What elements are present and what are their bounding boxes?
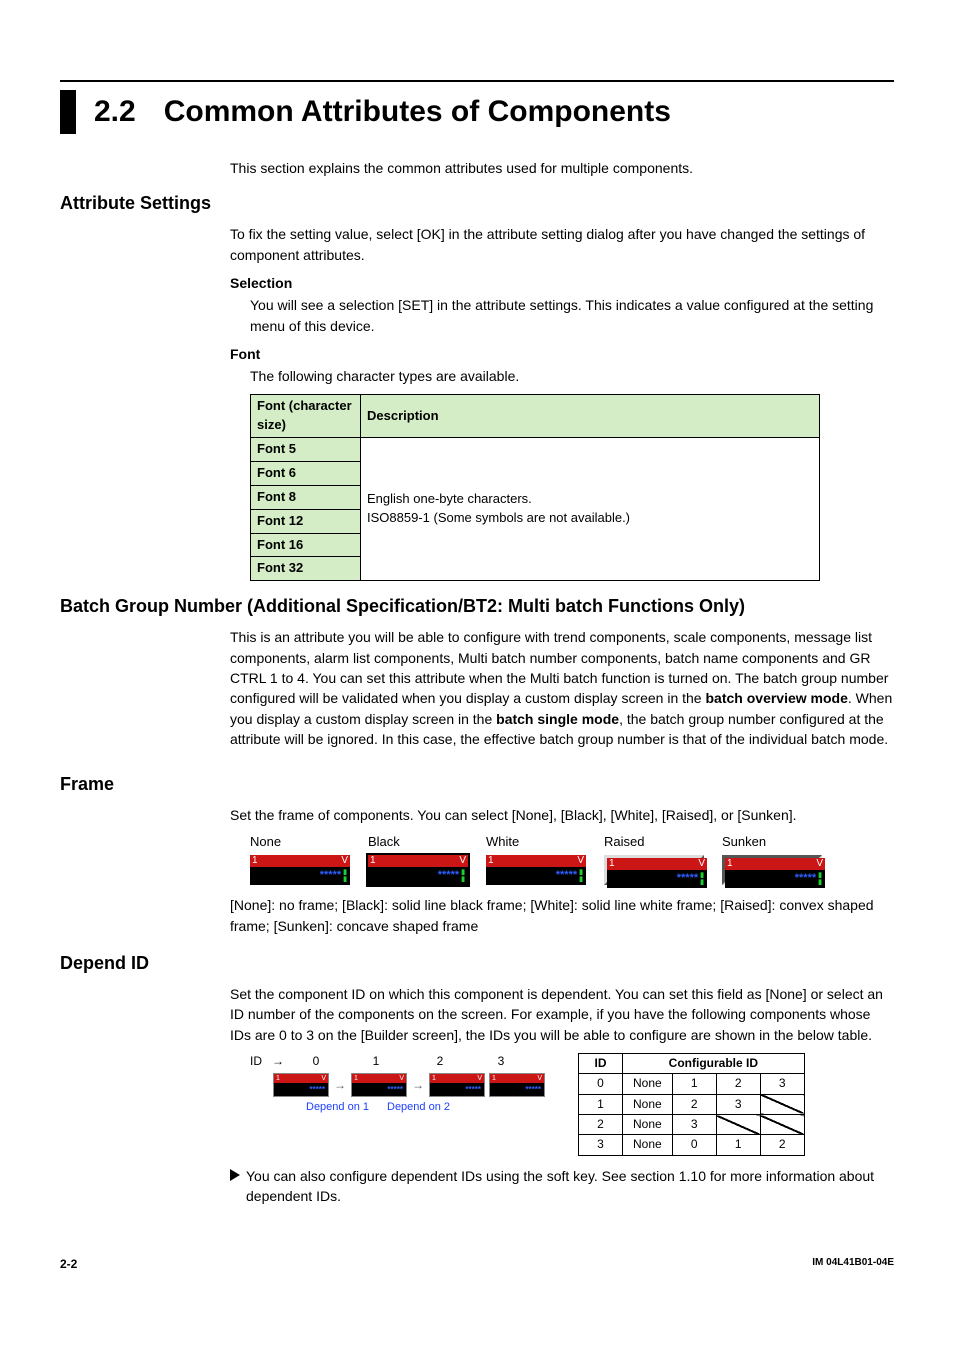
batch-bold2: batch single mode — [496, 711, 619, 727]
doc-number: IM 04L41B01-04E — [812, 1256, 894, 1273]
depend-heading: Depend ID — [60, 950, 894, 976]
font-row: Font 8 — [251, 485, 361, 509]
font-text: The following character types are availa… — [250, 366, 894, 386]
table-cell: None — [623, 1074, 673, 1094]
font-heading: Font — [230, 344, 894, 364]
table-cell: None — [623, 1094, 673, 1114]
font-desc-line2: ISO8859-1 (Some symbols are not availabl… — [367, 509, 813, 528]
sample-icon: 1V ***** — [430, 1074, 484, 1096]
frame-label: Raised — [604, 833, 704, 852]
id-num: 1 — [346, 1053, 406, 1070]
frame-sample-raised: Raised 1V *****▮▮ — [604, 833, 704, 885]
id-num: 0 — [290, 1053, 342, 1070]
font-row: Font 16 — [251, 533, 361, 557]
table-cell: 3 — [760, 1074, 804, 1094]
table-cell — [716, 1115, 760, 1135]
table-cell: 3 — [716, 1094, 760, 1114]
font-desc: English one-byte characters. ISO8859-1 (… — [361, 438, 820, 581]
table-cell: 2 — [760, 1135, 804, 1155]
arrow-icon: → — [272, 1053, 284, 1070]
title-accent — [60, 90, 76, 134]
depend-note-2: Depend on 2 — [387, 1100, 450, 1116]
frame-sample-sunken: Sunken 1V *****▮▮ — [722, 833, 822, 885]
frame-label: Black — [368, 833, 468, 852]
table-cell: None — [623, 1135, 673, 1155]
font-table: Font (character size) Description Font 5… — [250, 394, 820, 581]
section-number: 2.2 — [94, 90, 136, 134]
selection-heading: Selection — [230, 273, 894, 293]
table-cell: 0 — [579, 1074, 623, 1094]
triangle-note: You can also configure dependent IDs usi… — [230, 1166, 894, 1207]
footer: 2-2 IM 04L41B01-04E — [60, 1256, 894, 1273]
batch-bold1: batch overview mode — [706, 690, 848, 706]
depend-diagram: ID → 0 1 2 3 1V ***** → 1V ***** → 1V **… — [250, 1053, 894, 1156]
id-num: 2 — [410, 1053, 470, 1070]
frame-sample-none: None 1V *****▮▮ — [250, 833, 350, 885]
table-cell — [760, 1115, 804, 1135]
intro-text: This section explains the common attribu… — [230, 158, 894, 178]
selection-text: You will see a selection [SET] in the at… — [250, 295, 894, 336]
sample-icon: 1V ***** — [352, 1074, 406, 1096]
section-title: Common Attributes of Components — [164, 90, 671, 134]
font-row: Font 5 — [251, 438, 361, 462]
font-row: Font 6 — [251, 462, 361, 486]
frame-label: Sunken — [722, 833, 822, 852]
table-cell — [760, 1094, 804, 1114]
attr-heading: Attribute Settings — [60, 190, 894, 216]
table-cell: 1 — [672, 1074, 716, 1094]
frame-desc: [None]: no frame; [Black]: solid line bl… — [230, 895, 894, 936]
batch-heading: Batch Group Number (Additional Specifica… — [60, 593, 894, 619]
sample-icon: 1V ***** — [490, 1074, 544, 1096]
font-col2: Description — [361, 395, 820, 438]
table-cell: 3 — [579, 1135, 623, 1155]
tri-text: You can also configure dependent IDs usi… — [246, 1166, 894, 1207]
depend-note-1: Depend on 1 — [306, 1100, 369, 1116]
frame-sample-white: White 1V *****▮▮ — [486, 833, 586, 885]
id-header: ID — [579, 1053, 623, 1073]
table-cell: 1 — [579, 1094, 623, 1114]
font-row: Font 12 — [251, 509, 361, 533]
conf-header: Configurable ID — [623, 1053, 805, 1073]
table-cell: 2 — [579, 1115, 623, 1135]
arrow-icon: → — [412, 1077, 424, 1094]
table-cell: 0 — [672, 1135, 716, 1155]
frame-label: White — [486, 833, 586, 852]
font-col1: Font (character size) — [251, 395, 361, 438]
frame-samples: None 1V *****▮▮ Black 1V *****▮▮ White 1… — [250, 833, 894, 885]
depend-table: ID Configurable ID 0None1231None232None3… — [578, 1053, 805, 1156]
sample-icon: 1V ***** — [274, 1074, 328, 1096]
arrow-icon: → — [334, 1077, 346, 1094]
frame-label: None — [250, 833, 350, 852]
page-number: 2-2 — [60, 1256, 77, 1273]
triangle-icon — [230, 1169, 240, 1181]
table-cell: None — [623, 1115, 673, 1135]
frame-sample-black: Black 1V *****▮▮ — [368, 833, 468, 885]
frame-heading: Frame — [60, 771, 894, 797]
depend-left: ID → 0 1 2 3 1V ***** → 1V ***** → 1V **… — [250, 1053, 550, 1116]
id-num: 3 — [474, 1053, 528, 1070]
table-cell: 3 — [672, 1115, 716, 1135]
batch-text: This is an attribute you will be able to… — [230, 627, 894, 749]
font-row: Font 32 — [251, 557, 361, 581]
id-label: ID — [250, 1053, 262, 1070]
frame-text: Set the frame of components. You can sel… — [230, 805, 894, 825]
font-desc-line1: English one-byte characters. — [367, 490, 813, 509]
page-title-bar: 2.2 Common Attributes of Components — [60, 80, 894, 134]
table-cell: 2 — [716, 1074, 760, 1094]
table-cell: 1 — [716, 1135, 760, 1155]
attr-text: To fix the setting value, select [OK] in… — [230, 224, 894, 265]
depend-text: Set the component ID on which this compo… — [230, 984, 894, 1045]
table-cell: 2 — [672, 1094, 716, 1114]
